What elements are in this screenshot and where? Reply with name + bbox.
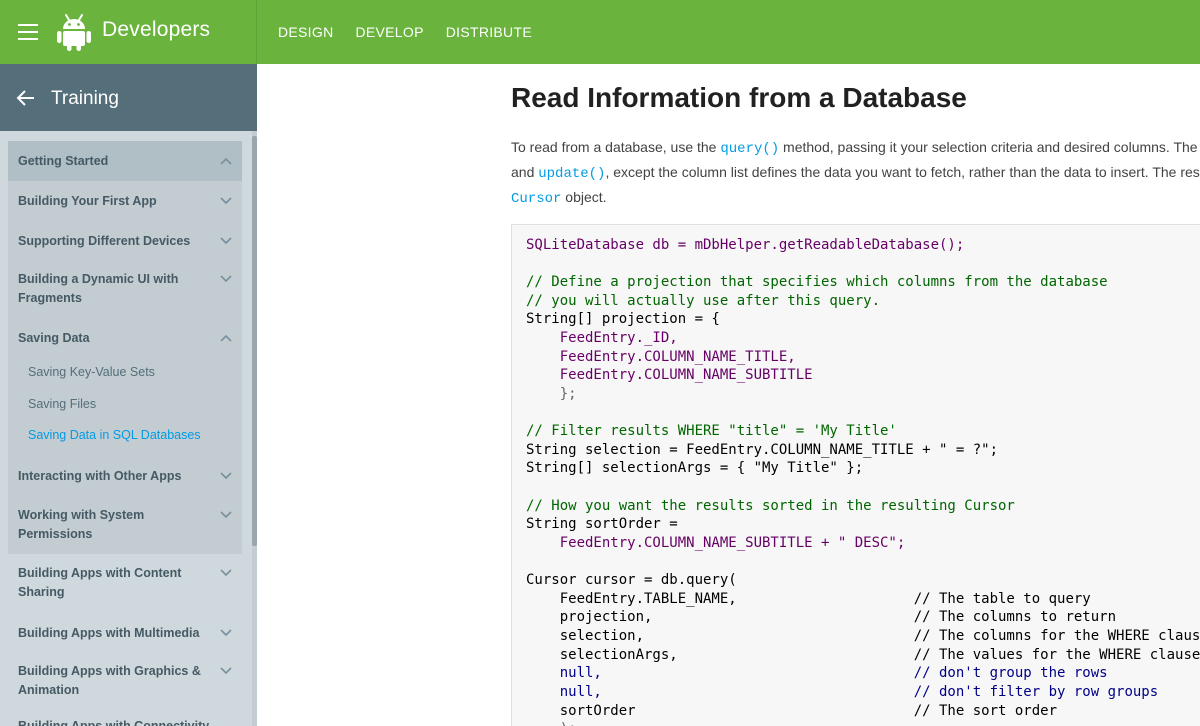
code-line: Cursor cursor = db.query( <box>526 572 737 588</box>
sidebar-header: Training <box>0 64 257 131</box>
sidebar-item-label: Building a Dynamic UI with <box>18 272 179 286</box>
sidebar-item-label: Saving Data <box>18 331 90 345</box>
topbar-divider <box>256 0 257 64</box>
code-line: selectionArgs, // The values for the WHE… <box>526 647 1200 663</box>
sidebar-title[interactable]: Training <box>51 88 119 110</box>
sidebar-item-multimedia[interactable]: Building Apps with Multimedia <box>8 616 242 654</box>
sidebar-item-label: Building Apps with Content <box>18 566 182 580</box>
top-app-bar: Developers DESIGN DEVELOP DISTRIBUTE <box>0 0 1200 64</box>
sidebar-item-connectivity[interactable]: Building Apps with Connectivity <box>8 714 242 726</box>
sidebar-item-content-sharing[interactable]: Building Apps with Content Sharing <box>8 556 242 612</box>
code-line: // you will actually use after this quer… <box>526 293 881 309</box>
cursor-class-link[interactable]: Cursor <box>511 191 561 207</box>
chevron-down-icon[interactable] <box>220 275 232 283</box>
chevron-up-icon[interactable] <box>220 157 232 165</box>
sidebar-item-getting-started[interactable]: Getting Started <box>8 141 242 181</box>
sidebar-item-graphics[interactable]: Building Apps with Graphics & Animation <box>8 654 242 710</box>
brand: Developers <box>0 0 257 64</box>
sidebar-item-label: Getting Started <box>18 154 109 168</box>
update-method-link[interactable]: update() <box>538 166 605 182</box>
chevron-down-icon[interactable] <box>220 472 232 480</box>
chevron-down-icon[interactable] <box>220 197 232 205</box>
sidebar-item-permissions[interactable]: Working with System Permissions <box>8 498 242 554</box>
android-logo-icon[interactable] <box>56 12 92 52</box>
code-line: FeedEntry._ID, <box>526 330 678 346</box>
chevron-down-icon[interactable] <box>220 511 232 519</box>
chevron-up-icon[interactable] <box>220 334 232 342</box>
sidebar-subitem-label: Saving Files <box>28 397 97 411</box>
chevron-down-icon[interactable] <box>220 629 232 637</box>
code-line: String selection = FeedEntry.COLUMN_NAME… <box>526 442 999 458</box>
sidebar-item-different-devices[interactable]: Supporting Different Devices <box>8 222 242 260</box>
code-line: selection, // The columns for the WHERE … <box>526 628 1200 644</box>
code-block[interactable]: SQLiteDatabase db = mDbHelper.getReadabl… <box>511 224 1200 726</box>
intro-paragraph-line-2: and update(), except the column list def… <box>511 164 1200 182</box>
code-line: SQLiteDatabase db = mDbHelper.getReadabl… <box>526 237 965 253</box>
sidebar: Training Getting Started Building Your F… <box>0 64 257 726</box>
code-line: projection, // The columns to return <box>526 609 1117 625</box>
code-line: String[] projection = { <box>526 311 720 327</box>
code-line: FeedEntry.COLUMN_NAME_SUBTITLE + " DESC"… <box>526 535 906 551</box>
code-line: sortOrder // The sort order <box>526 703 1058 719</box>
code-line: FeedEntry.COLUMN_NAME_SUBTITLE <box>526 367 813 383</box>
code-line: null, // don't filter by row groups <box>526 684 1159 700</box>
nav-design[interactable]: DESIGN <box>278 24 333 40</box>
menu-icon[interactable] <box>18 24 38 40</box>
code-line: null, // don't group the rows <box>526 665 1108 681</box>
intro-paragraph-line-1: To read from a database, use the query()… <box>511 139 1200 157</box>
sidebar-item-label-cont: Fragments <box>18 291 82 305</box>
sidebar-subitem-key-value[interactable]: Saving Key-Value Sets <box>8 360 242 386</box>
intro-paragraph-line-3: Cursor object. <box>511 189 1200 207</box>
chevron-down-icon[interactable] <box>220 237 232 245</box>
code-line: String[] selectionArgs = { "My Title" }; <box>526 460 864 476</box>
code-line: // How you want the results sorted in th… <box>526 498 1015 514</box>
sidebar-subitem-files[interactable]: Saving Files <box>8 392 242 418</box>
query-method-link[interactable]: query() <box>720 141 779 157</box>
code-line: // Filter results WHERE "title" = 'My Ti… <box>526 423 897 439</box>
nav-develop[interactable]: DEVELOP <box>355 24 423 40</box>
page-title: Read Information from a Database <box>511 82 967 113</box>
intro-text: , except the column list defines the dat… <box>605 164 1200 180</box>
code-line: FeedEntry.TABLE_NAME, // The table to qu… <box>526 591 1091 607</box>
sidebar-subitem-label: Saving Key-Value Sets <box>28 365 155 379</box>
chevron-down-icon[interactable] <box>220 667 232 675</box>
sidebar-subitem-sql[interactable]: Saving Data in SQL Databases <box>8 423 242 449</box>
top-nav: DESIGN DEVELOP DISTRIBUTE <box>278 24 532 40</box>
intro-text: method, passing it your selection criter… <box>783 139 1200 155</box>
sidebar-item-label: Building Apps with Multimedia <box>18 626 200 640</box>
sidebar-item-label: Supporting Different Devices <box>18 234 191 248</box>
sidebar-item-label-cont: Sharing <box>18 585 65 599</box>
nav-distribute[interactable]: DISTRIBUTE <box>446 24 532 40</box>
sidebar-item-label-cont: Animation <box>18 683 80 697</box>
intro-text: To read from a database, use the <box>511 139 721 155</box>
code-line: ); <box>526 721 577 726</box>
chevron-down-icon[interactable] <box>220 569 232 577</box>
sidebar-item-saving-data[interactable]: Saving Data <box>8 320 242 356</box>
brand-title[interactable]: Developers <box>102 18 210 42</box>
code-line: }; <box>526 386 577 402</box>
sidebar-item-label: Building Apps with Graphics & <box>18 664 201 678</box>
back-arrow-icon[interactable] <box>16 88 36 108</box>
main-content: Read Information from a Database To read… <box>257 64 1200 726</box>
intro-text: and <box>511 164 539 180</box>
sidebar-item-other-apps[interactable]: Interacting with Other Apps <box>8 457 242 495</box>
sidebar-item-dynamic-ui[interactable]: Building a Dynamic UI with Fragments <box>8 262 242 318</box>
sidebar-item-label-cont: Permissions <box>18 527 93 541</box>
intro-text: object. <box>561 189 607 205</box>
sidebar-item-label: Interacting with Other Apps <box>18 469 182 483</box>
sidebar-item-label: Building Apps with Connectivity <box>18 719 210 726</box>
code-line: FeedEntry.COLUMN_NAME_TITLE, <box>526 349 796 365</box>
sidebar-item-label: Building Your First App <box>18 194 157 208</box>
code-line: // Define a projection that specifies wh… <box>526 274 1108 290</box>
code-line: String sortOrder = <box>526 516 678 532</box>
sidebar-subitem-label: Saving Data in SQL Databases <box>28 428 201 442</box>
sidebar-item-label: Working with System <box>18 508 145 522</box>
sidebar-item-first-app[interactable]: Building Your First App <box>8 182 242 220</box>
